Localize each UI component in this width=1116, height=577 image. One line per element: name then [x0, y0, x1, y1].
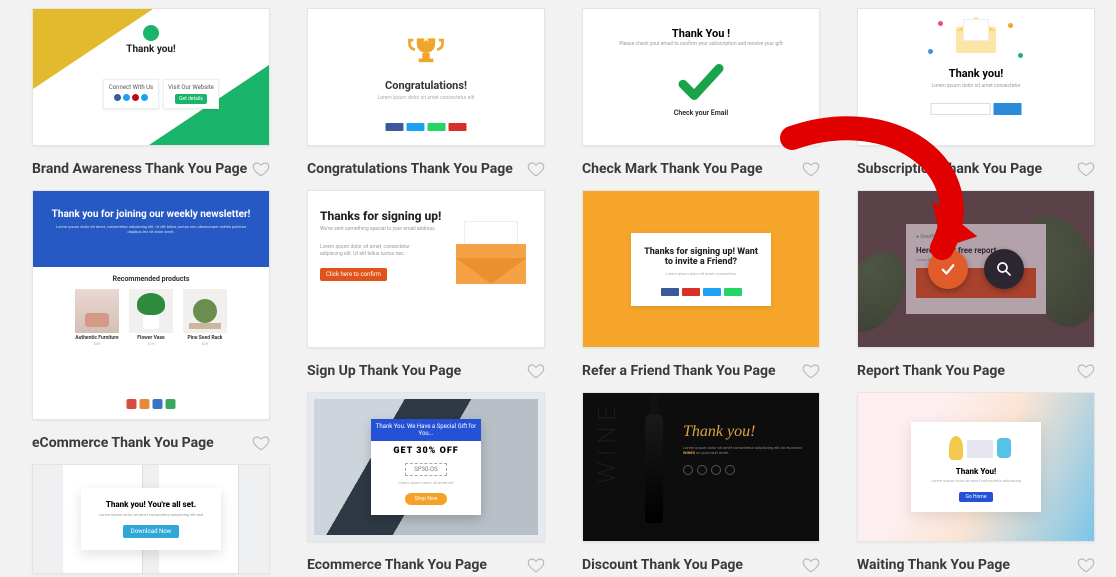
template-title: Sign Up Thank You Page	[307, 363, 461, 379]
template-title: Congratulations Thank You Page	[307, 161, 513, 177]
preview-template-button[interactable]	[984, 249, 1024, 289]
heart-icon[interactable]	[1077, 556, 1095, 574]
checkmark-icon	[674, 55, 728, 113]
envelope-icon	[956, 27, 996, 57]
template-card-congrats[interactable]: Congratulations! Lorem ipsum dolor sit a…	[307, 8, 545, 146]
template-title: Brand Awareness Thank You Page	[32, 161, 247, 177]
template-card-allset[interactable]: Thank you! You're all set. Lorem ipsum d…	[32, 464, 270, 574]
heart-icon[interactable]	[802, 160, 820, 178]
heart-icon[interactable]	[527, 362, 545, 380]
template-card-subscription[interactable]: Thank you! Lorem ipsum dolor sit amet co…	[857, 8, 1095, 146]
thumbnail: Thank You. We Have a Special Gift for Yo…	[308, 393, 544, 541]
thumb-heading: Congratulations!	[308, 79, 544, 92]
thumbnail: Thank you! Connect With Us Visit Our Web…	[33, 9, 269, 145]
thumb-sub: Check your Email	[583, 109, 819, 117]
thumbnail: Thanks for signing up! Want to invite a …	[583, 191, 819, 347]
template-card-report[interactable]: ● SeedProd Here's your free report Lorem…	[857, 190, 1095, 348]
heart-icon[interactable]	[1077, 362, 1095, 380]
thumbnail: WINE Thank you! Lorem ipsum dolor sit am…	[583, 393, 819, 541]
envelope-icon	[456, 229, 526, 284]
thumb-heading: Thank you! You're all set.	[89, 500, 213, 509]
thumb-heading: Thank you!	[126, 44, 176, 55]
thumbnail: Thank You! Lorem ipsum dolor sit amet co…	[858, 393, 1094, 541]
template-card-brand[interactable]: Thank you! Connect With Us Visit Our Web…	[32, 8, 270, 146]
thumb-heading: Thank you for joining our weekly newslet…	[33, 209, 269, 220]
template-title: eCommerce Thank You Page	[32, 435, 214, 451]
thumb-heading: Thank You !	[583, 27, 819, 40]
template-card-check[interactable]: Thank You ! Please check your email to c…	[582, 8, 820, 146]
thumbnail: Thanks for signing up! We've sent someth…	[308, 191, 544, 347]
template-title: Discount Thank You Page	[582, 557, 743, 573]
template-title: Ecommerce Thank You Page	[307, 557, 487, 573]
template-title: Check Mark Thank You Page	[582, 161, 763, 177]
template-card-ecommerce2[interactable]: Thank You. We Have a Special Gift for Yo…	[307, 392, 545, 542]
template-card-ecommerce[interactable]: Thank you for joining our weekly newslet…	[32, 190, 270, 420]
thumb-heading: Thank You!	[919, 467, 1033, 476]
thumbnail: Thank you! You're all set. Lorem ipsum d…	[33, 465, 269, 573]
heart-icon[interactable]	[252, 434, 270, 452]
template-gallery: Thank you! Connect With Us Visit Our Web…	[12, 8, 1104, 569]
thumb-heading: Thank you!	[858, 67, 1094, 80]
heart-icon[interactable]	[1077, 160, 1095, 178]
heart-icon[interactable]	[527, 556, 545, 574]
thumb-heading: Thank you!	[683, 423, 803, 441]
thumbnail: Congratulations! Lorem ipsum dolor sit a…	[308, 9, 544, 145]
thumb-heading: Thanks for signing up! Want to invite a …	[641, 247, 761, 267]
template-card-discount[interactable]: WINE Thank you! Lorem ipsum dolor sit am…	[582, 392, 820, 542]
select-template-button[interactable]	[928, 249, 968, 289]
heart-icon[interactable]	[802, 556, 820, 574]
template-card-refer[interactable]: Thanks for signing up! Want to invite a …	[582, 190, 820, 348]
thumbnail: ● SeedProd Here's your free report Lorem…	[858, 191, 1094, 347]
template-card-signup[interactable]: Thanks for signing up! We've sent someth…	[307, 190, 545, 348]
thumbnail: Thank You ! Please check your email to c…	[583, 9, 819, 145]
trophy-icon	[404, 31, 448, 79]
heart-icon[interactable]	[802, 362, 820, 380]
thumbnail: Thank you! Lorem ipsum dolor sit amet co…	[858, 9, 1094, 145]
thumbnail: Thank you for joining our weekly newslet…	[33, 191, 269, 419]
template-title: Waiting Thank You Page	[857, 557, 1010, 573]
heart-icon[interactable]	[527, 160, 545, 178]
template-title: Refer a Friend Thank You Page	[582, 363, 776, 379]
heart-icon[interactable]	[252, 160, 270, 178]
template-title: Report Thank You Page	[857, 363, 1005, 379]
template-card-waiting[interactable]: Thank You! Lorem ipsum dolor sit amet co…	[857, 392, 1095, 542]
template-title: Subscription Thank You Page	[857, 161, 1042, 177]
